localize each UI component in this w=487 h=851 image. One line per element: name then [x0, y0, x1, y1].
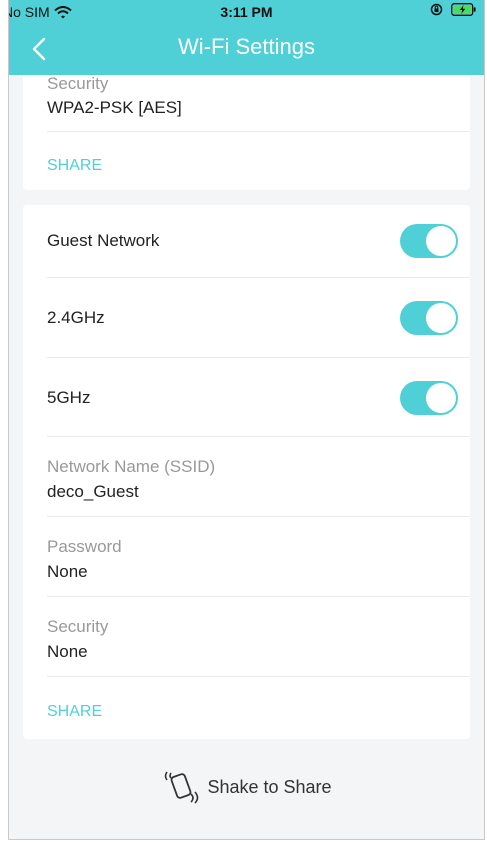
- shake-phone-icon: [165, 771, 199, 804]
- header: No SIM 3:11 PM: [9, 0, 484, 75]
- nav-bar: Wi-Fi Settings: [9, 22, 484, 75]
- shake-to-share[interactable]: Shake to Share: [9, 770, 484, 804]
- band-24-toggle[interactable]: [400, 301, 458, 335]
- ssid-label: Network Name (SSID): [47, 457, 216, 476]
- guest-network-toggle[interactable]: [400, 224, 458, 258]
- shake-to-share-label: Shake to Share: [207, 776, 332, 797]
- toggle-knob: [426, 226, 456, 256]
- ssid-value: deco_Guest: [47, 482, 139, 501]
- guest-network-row: Guest Network: [47, 205, 470, 278]
- page-title: Wi-Fi Settings: [178, 34, 315, 59]
- toggle-knob: [426, 383, 456, 413]
- app-screen: Security WPA2-PSK [AES] SHARE Guest Netw…: [8, 0, 485, 840]
- password-label: Password: [47, 537, 122, 556]
- clock-label: 3:11 PM: [220, 4, 273, 20]
- main-security-value: WPA2-PSK [AES]: [47, 98, 182, 117]
- band-5-label: 5GHz: [47, 388, 91, 407]
- status-bar: No SIM 3:11 PM: [9, 0, 484, 22]
- band-24-row: 2.4GHz: [47, 278, 470, 358]
- guest-network-label: Guest Network: [47, 231, 160, 250]
- toggle-knob: [426, 303, 456, 333]
- battery-charging-icon: [451, 3, 476, 16]
- main-share-button[interactable]: SHARE: [47, 157, 102, 175]
- rotation-lock-icon: [430, 3, 443, 16]
- status-bar-right: [430, 3, 476, 16]
- password-value: None: [47, 562, 88, 581]
- band-5-toggle[interactable]: [400, 381, 458, 415]
- guest-security-value: None: [47, 642, 88, 661]
- guest-share-button[interactable]: SHARE: [47, 703, 102, 721]
- ssid-row[interactable]: Network Name (SSID) deco_Guest: [47, 437, 470, 517]
- main-security-label: Security: [47, 74, 109, 93]
- guest-network-card: Guest Network 2.4GHz 5GHz Network Name (…: [23, 205, 470, 739]
- guest-security-label: Security: [47, 617, 109, 636]
- band-5-row: 5GHz: [47, 358, 470, 437]
- band-24-label: 2.4GHz: [47, 308, 105, 327]
- password-row[interactable]: Password None: [47, 517, 470, 597]
- guest-security-row[interactable]: Security None: [47, 597, 470, 677]
